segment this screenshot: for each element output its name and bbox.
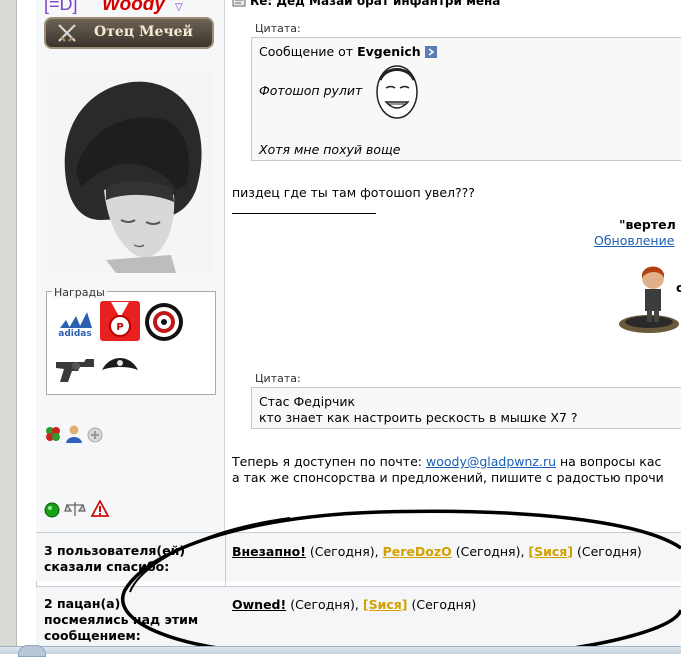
taskbar-button[interactable] bbox=[18, 645, 46, 657]
annotation-ellipse bbox=[121, 509, 681, 653]
